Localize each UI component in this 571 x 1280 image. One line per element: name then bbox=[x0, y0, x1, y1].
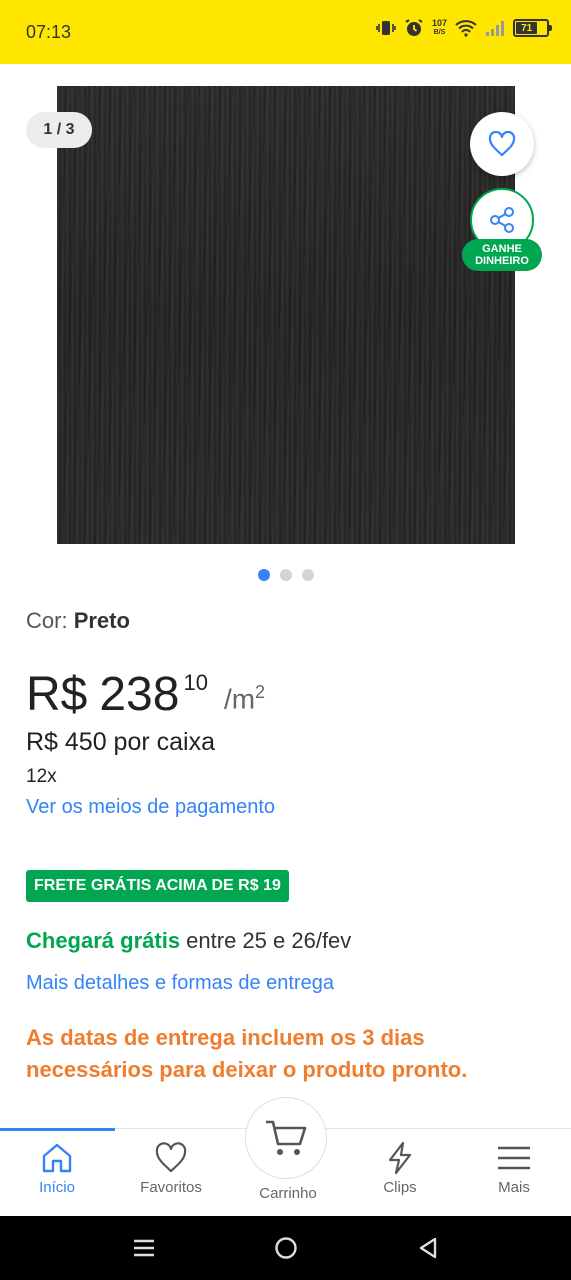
price-cents: 10 bbox=[183, 670, 208, 695]
product-gallery[interactable]: 1 / 3 GANHE DINHEIRO bbox=[0, 64, 571, 564]
network-speed: 107 B/S bbox=[431, 18, 447, 37]
home-icon bbox=[42, 1143, 72, 1173]
lightning-icon bbox=[388, 1141, 412, 1175]
image-counter: 1 / 3 bbox=[26, 112, 92, 148]
home-system-icon[interactable] bbox=[274, 1236, 298, 1260]
gallery-pagination bbox=[0, 569, 571, 581]
nav-label-carrinho[interactable]: Carrinho bbox=[228, 1185, 348, 1202]
pagination-dot-active[interactable] bbox=[257, 569, 270, 581]
bottom-navigation: Início Favoritos Carrinho Clips Mais bbox=[0, 1097, 571, 1216]
color-selector[interactable]: Cor: Preto bbox=[26, 608, 546, 634]
pagination-dot[interactable] bbox=[301, 569, 314, 581]
status-icons: 107 B/S 71 bbox=[376, 18, 552, 38]
alarm-icon bbox=[405, 19, 423, 36]
share-icon bbox=[490, 207, 514, 233]
price-unit: /m2 bbox=[223, 682, 266, 715]
recents-icon[interactable] bbox=[132, 1236, 156, 1260]
nav-item-inicio[interactable]: Início bbox=[0, 1141, 114, 1196]
installments: 12x bbox=[26, 766, 57, 787]
nav-item-mais[interactable]: Mais bbox=[457, 1141, 571, 1196]
free-shipping-badge: FRETE GRÁTIS ACIMA DE R$ 19 bbox=[26, 870, 289, 902]
status-bar: 07:13 107 B/S 71 bbox=[0, 0, 571, 64]
color-label: Cor: bbox=[26, 608, 68, 633]
heart-icon bbox=[488, 131, 516, 157]
earn-money-badge[interactable]: GANHE DINHEIRO bbox=[462, 239, 542, 271]
nav-label-clips: Clips bbox=[383, 1179, 417, 1196]
system-navigation-bar bbox=[0, 1216, 571, 1280]
vibrate-icon bbox=[376, 21, 396, 35]
wifi-icon bbox=[455, 20, 477, 37]
heart-icon bbox=[155, 1142, 187, 1173]
arrival-dates: entre 25 e 26/fev bbox=[180, 928, 352, 953]
nav-label-inicio: Início bbox=[39, 1179, 75, 1196]
product-image[interactable] bbox=[57, 86, 515, 544]
status-time: 07:13 bbox=[26, 22, 72, 42]
price-currency: R$ bbox=[26, 668, 88, 721]
cart-button[interactable] bbox=[245, 1097, 327, 1179]
arrival-estimate: Chegará grátis entre 25 e 26/fev bbox=[26, 928, 351, 954]
price-integer: 238 bbox=[99, 668, 180, 721]
menu-icon bbox=[498, 1146, 530, 1170]
active-tab-indicator bbox=[0, 1128, 115, 1131]
signal-icon bbox=[486, 21, 504, 36]
cart-icon bbox=[266, 1120, 307, 1155]
nav-item-clips[interactable]: Clips bbox=[343, 1141, 457, 1196]
payment-methods-link[interactable]: Ver os meios de pagamento bbox=[26, 796, 275, 819]
pagination-dot[interactable] bbox=[279, 569, 292, 581]
battery-level: 71 bbox=[516, 22, 538, 34]
delivery-warning: As datas de entrega incluem os 3 dias ne… bbox=[26, 1025, 468, 1082]
product-info: Cor: Preto R$ 238 10 /m2 R$ 450 por caix… bbox=[26, 608, 546, 1082]
price: R$ 238 10 /m2 bbox=[26, 668, 265, 722]
battery-icon: 71 bbox=[513, 19, 552, 37]
nav-item-favoritos[interactable]: Favoritos bbox=[114, 1141, 228, 1196]
delivery-details-link[interactable]: Mais detalhes e formas de entrega bbox=[26, 972, 334, 995]
favorite-button[interactable] bbox=[470, 112, 534, 176]
color-value: Preto bbox=[73, 608, 130, 633]
price-per-box: R$ 450 por caixa bbox=[26, 728, 216, 756]
nav-label-mais: Mais bbox=[498, 1179, 530, 1196]
back-icon[interactable] bbox=[416, 1236, 440, 1260]
nav-label-favoritos: Favoritos bbox=[140, 1179, 202, 1196]
arrival-highlight: Chegará grátis bbox=[26, 928, 181, 953]
